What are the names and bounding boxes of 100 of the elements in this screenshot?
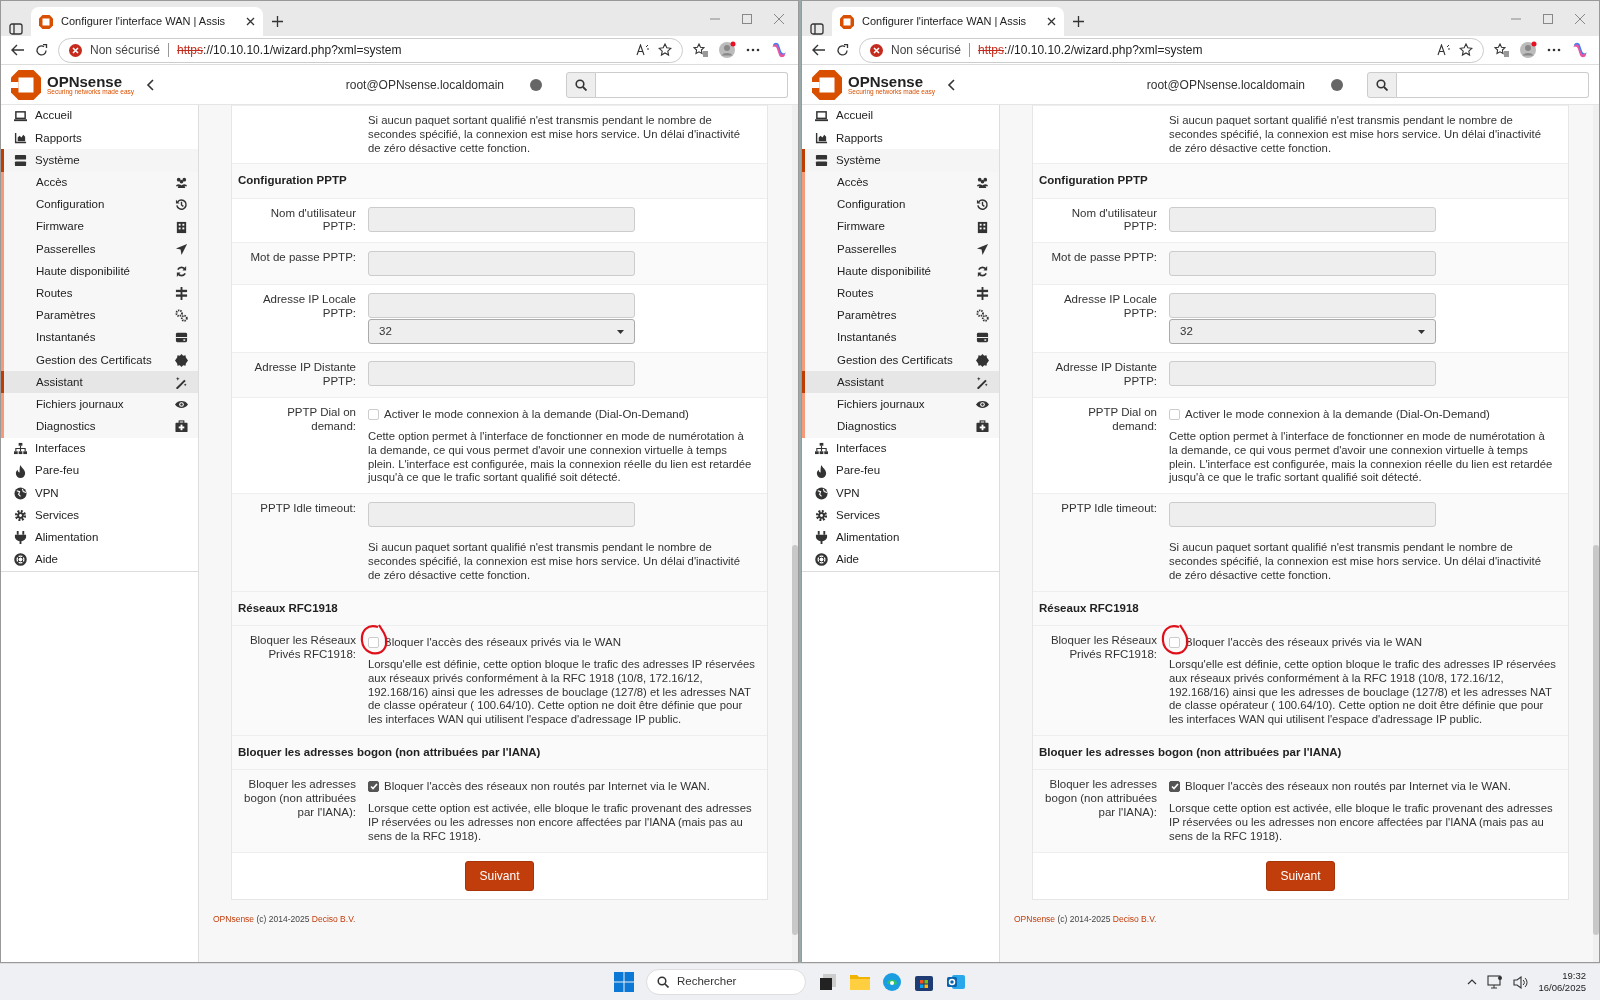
text-field[interactable]	[1169, 251, 1436, 277]
new-tab-icon[interactable]	[1072, 15, 1085, 28]
sidebar-subitem[interactable]: Diagnostics	[1, 415, 198, 438]
help-text: Si aucun paquet sortant qualifié n'est transmis pendant le nombre de secondes spécifié, la connexion est mise hors service. Un délai d'inactivité de zéro désactive cette fonction.	[1169, 114, 1542, 156]
search-button[interactable]	[566, 71, 596, 98]
text-field[interactable]	[1169, 293, 1436, 319]
favorites-icon[interactable]	[693, 43, 708, 57]
sidebar-toggle-icon[interactable]	[810, 22, 824, 36]
read-aloud-icon[interactable]	[1437, 44, 1451, 56]
back-arrow-icon[interactable]	[11, 44, 25, 56]
more-icon[interactable]	[746, 48, 760, 52]
scrollbar-thumb[interactable]	[1593, 545, 1599, 935]
sidebar-toggle-icon[interactable]	[9, 22, 23, 36]
collapse-chevron-icon[interactable]	[146, 78, 155, 91]
sidebar-subitem[interactable]: Routes	[1, 282, 198, 305]
network-icon[interactable]	[1487, 975, 1504, 989]
select-field[interactable]: 32	[368, 319, 635, 345]
search-button[interactable]	[1367, 71, 1397, 98]
sidebar-subitem[interactable]: Haute disponibilité	[802, 260, 999, 283]
sidebar-item[interactable]: Système	[1, 149, 198, 172]
new-tab-icon[interactable]	[271, 15, 284, 28]
sidebar-item[interactable]: Services	[1, 504, 198, 527]
sidebar-subitem[interactable]: Firmware	[802, 215, 999, 239]
sidebar-item[interactable]: Interfaces	[1, 437, 198, 460]
sidebar-subitem[interactable]: Accès	[802, 171, 999, 194]
reload-icon[interactable]	[35, 43, 48, 57]
checkbox[interactable]	[368, 781, 379, 793]
sidebar-item[interactable]: Accueil	[1, 105, 198, 128]
text-field[interactable]	[368, 206, 635, 232]
maximize-icon[interactable]	[742, 13, 752, 24]
server-icon	[14, 153, 27, 167]
sidebar-subitem[interactable]: Configuration	[802, 193, 999, 216]
sidebar-item[interactable]: Pare-feu	[802, 460, 999, 483]
sidebar-item[interactable]: Alimentation	[1, 526, 198, 549]
profile-avatar-icon[interactable]	[1519, 41, 1537, 59]
scrollbar-thumb[interactable]	[792, 545, 798, 935]
sidebar-subitem[interactable]: Gestion des Certificats	[1, 349, 198, 372]
close-icon[interactable]	[246, 17, 255, 26]
sidebar-subitem[interactable]: Paramètres	[802, 304, 999, 327]
text-field[interactable]	[368, 361, 635, 387]
sidebar-item[interactable]: Interfaces	[802, 437, 999, 460]
star-icon[interactable]	[658, 43, 672, 57]
back-arrow-icon[interactable]	[812, 44, 826, 56]
reload-icon[interactable]	[836, 43, 849, 57]
search-field[interactable]	[1397, 71, 1589, 98]
sidebar-subitem[interactable]: Firmware	[1, 215, 198, 239]
profile-avatar-icon[interactable]	[718, 41, 736, 59]
sidebar-subitem[interactable]: Haute disponibilité	[1, 260, 198, 283]
sidebar-item[interactable]: Pare-feu	[1, 460, 198, 483]
taskbar-search[interactable]: Rechercher	[646, 969, 806, 995]
more-icon[interactable]	[1547, 48, 1561, 52]
select-field[interactable]: 32	[1169, 319, 1436, 345]
sidebar-item[interactable]: Rapports	[1, 127, 198, 150]
sidebar-subitem[interactable]: Passerelles	[1, 238, 198, 261]
sidebar-subitem[interactable]: Passerelles	[802, 238, 999, 261]
sidebar-subitem[interactable]: Gestion des Certificats	[802, 349, 999, 372]
sidebar-item[interactable]: Système	[802, 149, 999, 172]
arrow-icon	[175, 242, 188, 256]
sidebar-item[interactable]: Alimentation	[802, 526, 999, 549]
sidebar-item[interactable]: Services	[802, 504, 999, 527]
sidebar-subitem[interactable]: Fichiers journaux	[802, 393, 999, 416]
sidebar-subitem[interactable]: Assistant	[802, 371, 999, 394]
sidebar-item[interactable]: Rapports	[802, 127, 999, 150]
sidebar-subitem[interactable]: Paramètres	[1, 304, 198, 327]
search-field[interactable]	[596, 71, 788, 98]
sidebar-subitem[interactable]: Fichiers journaux	[1, 393, 198, 416]
sidebar-subitem[interactable]: Instantanés	[1, 326, 198, 350]
sidebar-subitem[interactable]: Assistant	[1, 371, 198, 394]
sidebar-item[interactable]: Accueil	[802, 105, 999, 128]
favorites-icon[interactable]	[1494, 43, 1509, 57]
sidebar-item[interactable]: VPN	[802, 482, 999, 505]
sidebar-item[interactable]: VPN	[1, 482, 198, 505]
browser-tab[interactable]: Configurer l'interface WAN | Assis	[31, 7, 263, 36]
sidebar-item[interactable]: Aide	[1, 548, 198, 571]
chevron-up-icon[interactable]	[1467, 979, 1478, 985]
text-field[interactable]	[1169, 361, 1436, 387]
field-label: Adresse IP Locale PPTP:	[261, 293, 356, 321]
read-aloud-icon[interactable]	[636, 44, 650, 56]
text-field[interactable]	[368, 502, 635, 528]
sidebar-subitem[interactable]: Diagnostics	[802, 415, 999, 438]
speaker-icon[interactable]	[1513, 975, 1529, 989]
sidebar-subitem[interactable]: Routes	[802, 282, 999, 305]
star-icon[interactable]	[1459, 43, 1473, 57]
text-field[interactable]	[368, 251, 635, 277]
sidebar-item[interactable]: Aide	[802, 548, 999, 571]
next-button[interactable]: Suivant	[465, 860, 534, 891]
browser-tab[interactable]: Configurer l'interface WAN | Assis	[832, 7, 1064, 36]
collapse-chevron-icon[interactable]	[947, 78, 956, 91]
sidebar-subitem[interactable]: Instantanés	[802, 326, 999, 350]
text-field[interactable]	[368, 293, 635, 319]
task-view-icon[interactable]	[818, 972, 838, 992]
checkbox[interactable]	[1169, 781, 1180, 793]
sidebar-subitem[interactable]: Accès	[1, 171, 198, 194]
text-field[interactable]	[1169, 502, 1436, 528]
mail-app-icon[interactable]	[946, 972, 966, 992]
text-field[interactable]	[1169, 206, 1436, 232]
sidebar-subitem[interactable]: Configuration	[1, 193, 198, 216]
close-icon[interactable]	[1047, 17, 1056, 26]
maximize-icon[interactable]	[1543, 13, 1553, 24]
next-button[interactable]: Suivant	[1266, 860, 1335, 891]
